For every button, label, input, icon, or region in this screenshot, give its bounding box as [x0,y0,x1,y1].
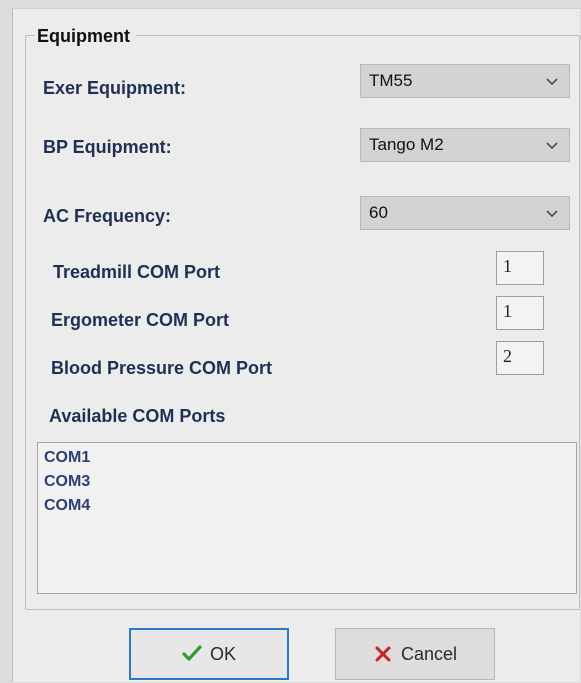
list-item[interactable]: COM3 [44,470,570,494]
cancel-button[interactable]: Cancel [335,628,495,680]
check-icon [182,644,202,664]
equipment-dialog: Equipment Exer Equipment: TM55 BP Equipm… [12,8,580,682]
available-com-ports-label: Available COM Ports [49,406,226,426]
exer-equipment-value: TM55 [369,71,413,90]
chevron-down-icon [543,204,561,222]
chevron-down-icon [543,136,561,154]
ac-frequency-value: 60 [369,203,388,222]
exer-equipment-select[interactable]: TM55 [360,64,570,98]
available-com-ports-list[interactable]: COM1 COM3 COM4 [37,442,577,594]
exer-equipment-label: Exer Equipment: [43,78,187,98]
close-icon [373,644,393,664]
treadmill-com-label: Treadmill COM Port [53,262,221,282]
ergometer-com-label: Ergometer COM Port [51,310,230,330]
group-title: Equipment [35,25,136,47]
chevron-down-icon [543,72,561,90]
ac-frequency-label: AC Frequency: [43,206,172,226]
bp-equipment-value: Tango M2 [369,135,444,154]
ok-label: OK [209,643,236,664]
list-item[interactable]: COM1 [44,446,570,470]
ok-button[interactable]: OK [129,628,289,680]
bp-equipment-select[interactable]: Tango M2 [360,128,570,162]
blood-pressure-com-input[interactable]: 2 [496,341,544,375]
ergometer-com-input[interactable]: 1 [496,296,544,330]
ac-frequency-select[interactable]: 60 [360,196,570,230]
cancel-label: Cancel [400,643,458,664]
list-item[interactable]: COM4 [44,494,570,518]
treadmill-com-input[interactable]: 1 [496,251,544,285]
bp-equipment-label: BP Equipment: [43,137,172,157]
blood-pressure-com-label: Blood Pressure COM Port [51,358,273,378]
